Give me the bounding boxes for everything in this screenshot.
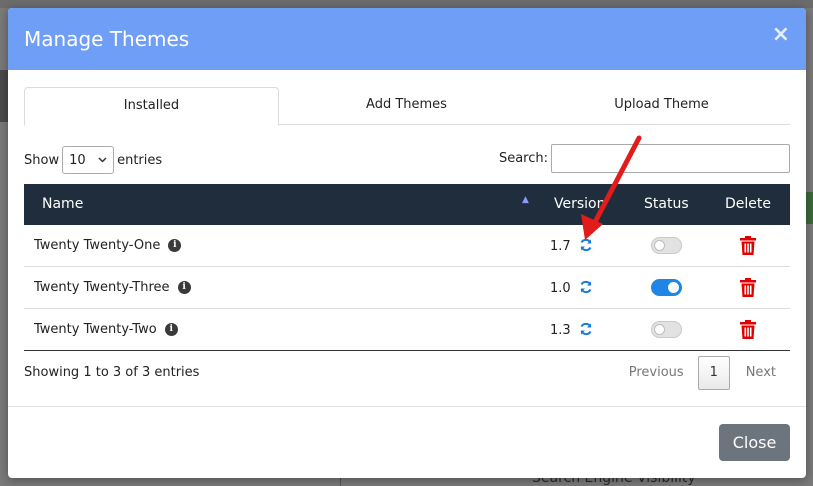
themes-table: Name ▲ Version Status Delete Twenty Twen… <box>24 184 790 351</box>
theme-name-cell: Twenty Twenty-Two i <box>34 322 178 337</box>
status-toggle[interactable] <box>651 321 682 338</box>
refresh-icon[interactable] <box>579 322 593 338</box>
info-circle-icon[interactable]: i <box>168 239 182 252</box>
tab-upload-theme[interactable]: Upload Theme <box>534 87 789 125</box>
sort-ascending-icon: ▲ <box>522 195 529 205</box>
trash-icon[interactable] <box>740 320 756 339</box>
close-button[interactable]: Close <box>719 424 790 461</box>
table-row: Twenty Twenty-Three i 1.0 <box>24 267 790 309</box>
length-suffix: entries <box>117 152 163 168</box>
chevron-down-icon <box>98 155 107 166</box>
status-toggle[interactable] <box>651 279 682 296</box>
toggle-knob <box>668 282 679 293</box>
table-row: Twenty Twenty-One i 1.7 <box>24 225 790 267</box>
length-prefix: Show <box>24 152 60 168</box>
table-info: Showing 1 to 3 of 3 entries <box>24 365 200 380</box>
close-icon[interactable]: × <box>772 24 790 46</box>
entries-length-control: Show 10 entries <box>24 146 162 174</box>
column-delete[interactable]: Delete <box>725 196 771 212</box>
modal-header: Manage Themes × <box>8 8 806 70</box>
theme-name-cell: Twenty Twenty-One i <box>34 238 182 253</box>
previous-page-button[interactable]: Previous <box>615 356 698 390</box>
theme-version: 1.3 <box>550 322 571 338</box>
theme-version: 1.7 <box>550 238 571 254</box>
refresh-icon[interactable] <box>579 280 593 296</box>
theme-name-cell: Twenty Twenty-Three i <box>34 280 191 295</box>
table-row: Twenty Twenty-Two i 1.3 <box>24 309 790 351</box>
theme-version-cell: 1.3 <box>550 322 593 338</box>
modal-title: Manage Themes <box>24 27 190 51</box>
entries-select[interactable]: 10 <box>62 146 115 174</box>
entries-select-value: 10 <box>69 152 86 168</box>
tab-add-themes[interactable]: Add Themes <box>279 87 534 125</box>
modal-footer: Close <box>8 406 806 478</box>
toggle-knob <box>654 240 665 251</box>
trash-icon[interactable] <box>740 236 756 255</box>
status-toggle[interactable] <box>651 237 682 254</box>
theme-version-cell: 1.0 <box>550 280 593 296</box>
tab-installed[interactable]: Installed <box>24 87 279 126</box>
pagination: Previous 1 Next <box>615 356 790 390</box>
theme-name: Twenty Twenty-Two <box>34 322 157 337</box>
theme-version: 1.0 <box>550 280 571 296</box>
background-green-button-fragment <box>805 192 813 224</box>
table-header: Name ▲ Version Status Delete <box>24 184 790 225</box>
page-1-button[interactable]: 1 <box>697 356 730 390</box>
theme-name: Twenty Twenty-One <box>34 238 161 253</box>
theme-tabs: Installed Add Themes Upload Theme <box>24 87 790 126</box>
theme-name: Twenty Twenty-Three <box>34 280 170 295</box>
search-label: Search: <box>498 151 548 166</box>
column-name[interactable]: Name <box>42 196 83 212</box>
annotation-arrow-icon <box>581 135 642 240</box>
background-top-bar <box>0 0 813 8</box>
info-circle-icon[interactable]: i <box>177 281 191 294</box>
info-circle-icon[interactable]: i <box>164 323 178 336</box>
manage-themes-modal: Manage Themes × Installed Add Themes Upl… <box>8 8 806 478</box>
trash-icon[interactable] <box>740 278 756 297</box>
toggle-knob <box>654 324 665 335</box>
next-page-button[interactable]: Next <box>730 356 790 390</box>
